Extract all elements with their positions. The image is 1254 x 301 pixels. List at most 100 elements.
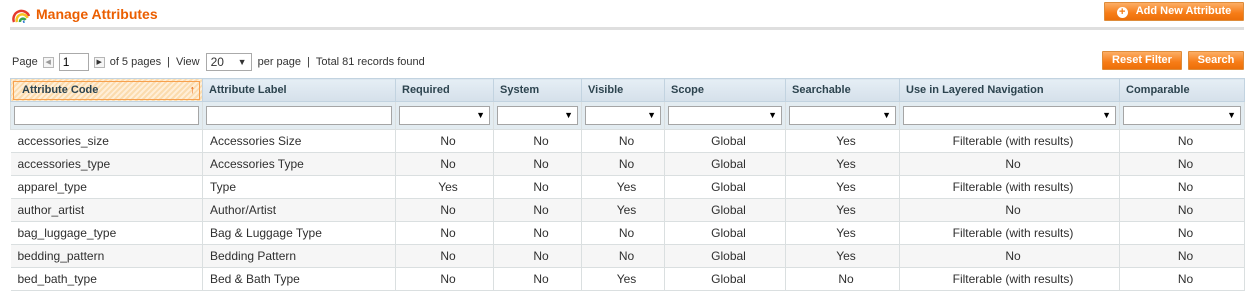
table-cell: Author/Artist [202,198,396,222]
comparable-filter-select[interactable]: ▼ [1123,106,1241,125]
column-header-attribute-label[interactable]: Attribute Label [202,78,396,102]
table-cell: No [899,152,1120,176]
table-cell: Global [664,152,786,176]
table-cell: No [1119,244,1245,268]
chevron-down-icon: ▼ [882,110,891,120]
table-cell: author_artist [10,198,203,222]
table-cell: No [493,244,582,268]
table-cell: Global [664,267,786,291]
view-label: View [175,56,200,68]
layered-navigation-filter-select[interactable]: ▼ [903,106,1116,125]
table-cell: Yes [581,175,665,199]
table-cell: bed_bath_type [10,267,203,291]
table-row[interactable]: bedding_pattern Bedding Pattern No No No Glob… [10,244,1245,268]
table-cell: Yes [395,175,494,199]
column-header-required[interactable]: Required [395,78,494,102]
separator: | [307,56,310,68]
chevron-down-icon: ▼ [768,110,777,120]
column-header-label: Attribute Code [22,83,99,96]
table-cell: No [1119,267,1245,291]
sort-ascending-icon: ↑ [189,83,196,96]
table-cell: No [1119,198,1245,222]
attribute-label-filter-input[interactable] [206,106,392,125]
table-cell: No [899,198,1120,222]
table-row[interactable]: accessories_size Accessories Size No No No Gl… [10,129,1245,153]
table-cell: Filterable (with results) [899,221,1120,245]
table-cell: No [493,221,582,245]
per-page-select[interactable]: 20 ▼ [205,53,252,71]
reset-filter-button[interactable]: Reset Filter [1102,51,1182,70]
column-header-scope[interactable]: Scope [664,78,786,102]
page-title: Manage Attributes [36,6,158,22]
next-page-icon[interactable]: ▶ [93,56,105,68]
table-cell: No [395,221,494,245]
table-cell: No [581,221,665,245]
table-cell: bedding_pattern [10,244,203,268]
page-header: Manage Attributes [10,0,1244,30]
table-cell: Global [664,175,786,199]
table-cell: Filterable (with results) [899,267,1120,291]
table-cell: Global [664,244,786,268]
table-cell: Bag & Luggage Type [202,221,396,245]
table-cell: Global [664,221,786,245]
search-button[interactable]: Search [1188,51,1244,70]
table-cell: No [581,244,665,268]
add-new-attribute-button[interactable]: + Add New Attribute [1104,2,1244,21]
table-cell: No [493,198,582,222]
table-cell: Yes [785,244,900,268]
table-cell: apparel_type [10,175,203,199]
table-cell: No [395,198,494,222]
table-cell: Yes [581,198,665,222]
table-cell: No [1119,152,1245,176]
chevron-down-icon: ▼ [564,110,573,120]
column-header-visible[interactable]: Visible [581,78,665,102]
table-cell: No [1119,129,1245,153]
table-row[interactable]: bed_bath_type Bed & Bath Type No No Yes Globa… [10,267,1245,291]
table-cell: Filterable (with results) [899,175,1120,199]
visible-filter-select[interactable]: ▼ [585,106,661,125]
column-header-attribute-code[interactable]: Attribute Code ↑ [10,78,203,102]
table-cell: Bedding Pattern [202,244,396,268]
table-cell: Yes [785,221,900,245]
table-cell: Global [664,129,786,153]
table-cell: No [395,267,494,291]
column-header-searchable[interactable]: Searchable [785,78,900,102]
page-number-input[interactable] [58,53,89,71]
chevron-down-icon: ▼ [647,110,656,120]
table-cell: No [395,244,494,268]
previous-page-icon[interactable]: ◀ [42,56,54,68]
table-cell: No [581,152,665,176]
table-cell: No [581,129,665,153]
table-cell: Bed & Bath Type [202,267,396,291]
rainbow-icon [12,9,30,23]
table-cell: bag_luggage_type [10,221,203,245]
table-cell: Accessories Size [202,129,396,153]
attribute-code-filter-input[interactable] [14,106,199,125]
pager: Page ◀ ▶ of 5 pages | View 20▼ per page … [12,52,425,72]
table-cell: No [899,244,1120,268]
add-new-attribute-label: Add New Attribute [1135,5,1232,17]
column-header-system[interactable]: System [493,78,582,102]
table-cell: Filterable (with results) [899,129,1120,153]
table-cell: No [493,175,582,199]
table-cell: No [395,152,494,176]
total-records-text: Total 81 records found [315,56,425,68]
required-filter-select[interactable]: ▼ [399,106,490,125]
table-row[interactable]: author_artist Author/Artist No No Yes Global Y… [10,198,1245,222]
chevron-down-icon: ▼ [1102,110,1111,120]
table-cell: Yes [785,129,900,153]
table-cell: No [785,267,900,291]
header-row: Attribute Code ↑ Attribute Label Required… [10,78,1245,102]
scope-filter-select[interactable]: ▼ [668,106,782,125]
table-cell: Yes [581,267,665,291]
table-row[interactable]: apparel_type Type Yes No Yes Global Yes Filtera… [10,175,1245,199]
system-filter-select[interactable]: ▼ [497,106,578,125]
column-header-comparable[interactable]: Comparable [1119,78,1245,102]
searchable-filter-select[interactable]: ▼ [789,106,896,125]
table-row[interactable]: bag_luggage_type Bag & Luggage Type No No No… [10,221,1245,245]
separator: | [167,56,170,68]
column-header-layered-navigation[interactable]: Use in Layered Navigation [899,78,1120,102]
table-cell: Yes [785,198,900,222]
chevron-down-icon: ▼ [1227,110,1236,120]
table-row[interactable]: accessories_type Accessories Type No No No Gl… [10,152,1245,176]
